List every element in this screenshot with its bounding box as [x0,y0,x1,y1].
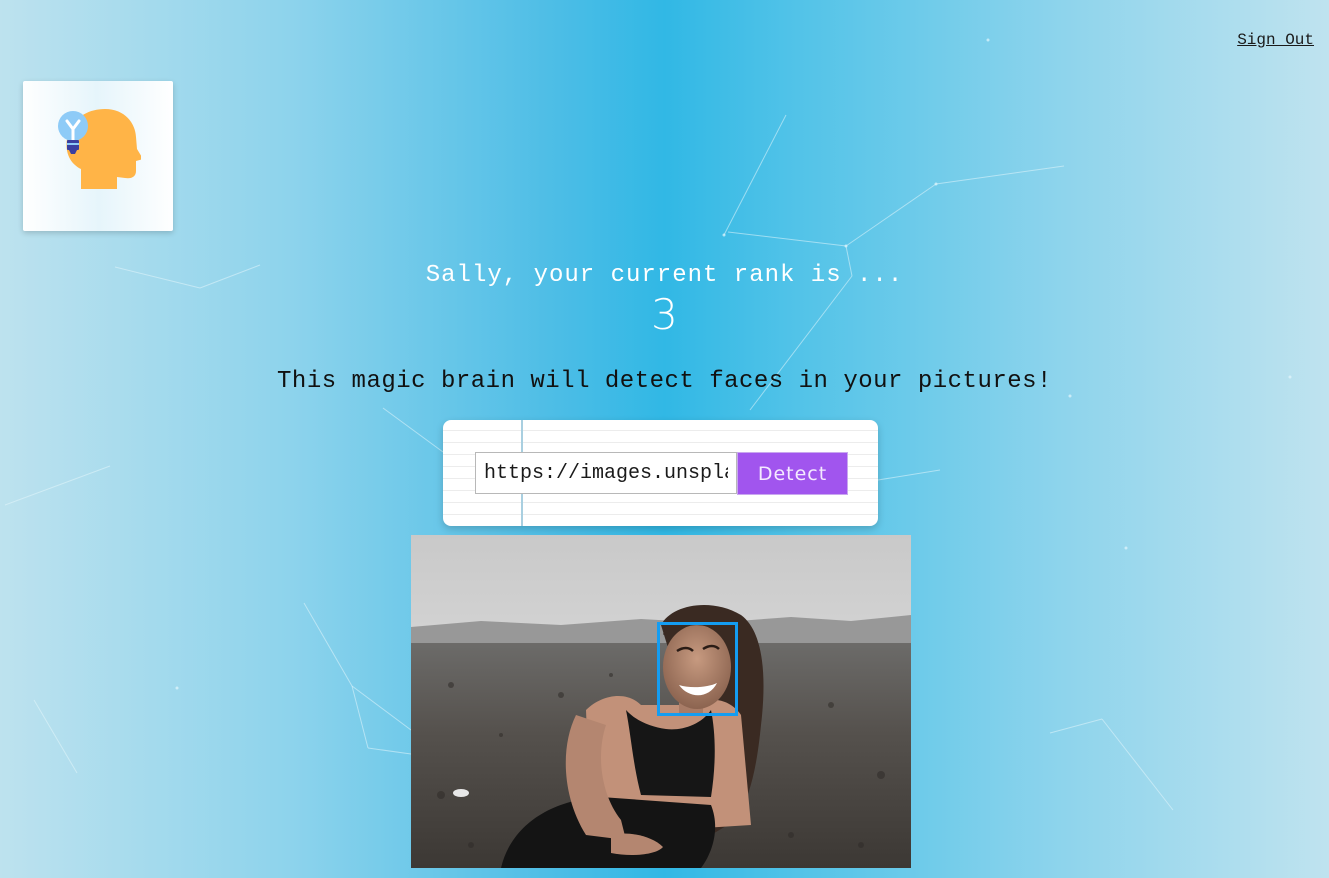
rank-value: 3 [651,290,678,339]
input-image [411,535,911,868]
detect-button[interactable]: Detect [737,452,848,495]
brain-lightbulb-icon [58,109,141,189]
sign-out-link[interactable]: Sign Out [1237,31,1314,49]
face-bounding-box [657,622,738,716]
image-url-input[interactable] [475,452,737,494]
image-url-form: Detect [443,420,878,526]
logo-card[interactable] [23,81,173,231]
rank-message: Sally, your current rank is ... [425,262,904,289]
tagline: This magic brain will detect faces in yo… [277,368,1052,395]
